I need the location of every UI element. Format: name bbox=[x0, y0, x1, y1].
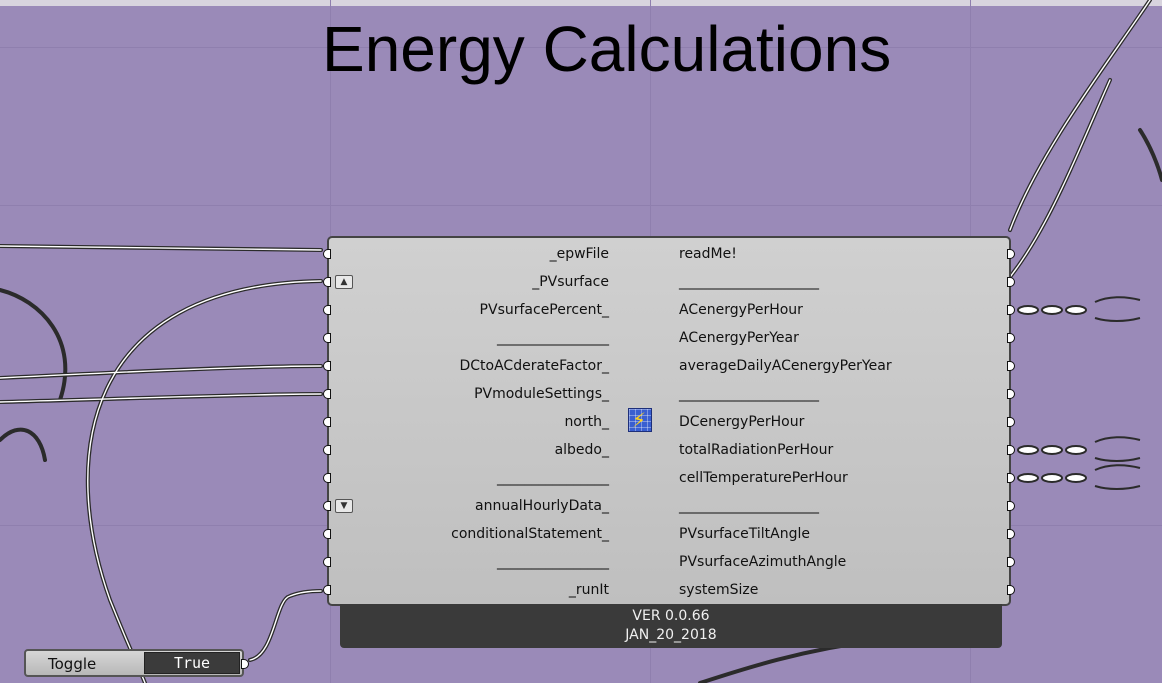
output-param-label[interactable]: PVsurfaceTiltAngle bbox=[679, 520, 810, 548]
input-port[interactable] bbox=[323, 557, 331, 567]
input-port[interactable] bbox=[323, 529, 331, 539]
input-port[interactable] bbox=[323, 389, 331, 399]
input-param-label[interactable]: _runIt bbox=[569, 576, 609, 604]
output-param-label[interactable]: ____________________ bbox=[679, 268, 819, 296]
input-port[interactable] bbox=[323, 473, 331, 483]
version-info: VER 0.0.66 JAN_20_2018 bbox=[340, 604, 1002, 648]
wire bbox=[1008, 0, 1152, 232]
input-param-label[interactable]: ________________ bbox=[497, 324, 609, 352]
input-param-label[interactable]: _epwFile bbox=[550, 240, 609, 268]
input-param-label[interactable]: north_ bbox=[564, 408, 609, 436]
lightning-bolt-grid-icon: ⚡ bbox=[628, 408, 652, 432]
arrow-down-icon[interactable]: ▼ bbox=[335, 499, 353, 513]
input-port[interactable] bbox=[323, 277, 331, 287]
version-label: VER 0.0.66 bbox=[632, 608, 710, 624]
output-wire-stub bbox=[1017, 296, 1141, 322]
input-port[interactable] bbox=[323, 361, 331, 371]
output-param-label[interactable]: PVsurfaceAzimuthAngle bbox=[679, 548, 846, 576]
input-param-label[interactable]: PVmoduleSettings_ bbox=[474, 380, 609, 408]
boolean-toggle[interactable]: Toggle True bbox=[24, 649, 249, 677]
input-port[interactable] bbox=[323, 333, 331, 343]
input-param-label[interactable]: annualHourlyData_ bbox=[475, 492, 609, 520]
input-port[interactable] bbox=[323, 417, 331, 427]
input-param-label[interactable]: DCtoACderateFactor_ bbox=[459, 352, 609, 380]
wire bbox=[85, 279, 323, 683]
toggle-value-button[interactable]: True bbox=[144, 652, 240, 674]
input-param-label[interactable]: conditionalStatement_ bbox=[451, 520, 609, 548]
output-param-label[interactable]: ACenergyPerYear bbox=[679, 324, 799, 352]
output-wire-stub bbox=[1017, 464, 1141, 490]
input-port[interactable] bbox=[323, 501, 331, 511]
wire bbox=[248, 589, 323, 662]
input-param-label[interactable]: ________________ bbox=[497, 548, 609, 576]
input-port[interactable] bbox=[323, 249, 331, 259]
input-port[interactable] bbox=[323, 305, 331, 315]
input-param-label[interactable]: ________________ bbox=[497, 464, 609, 492]
output-param-label[interactable]: cellTemperaturePerHour bbox=[679, 464, 848, 492]
grasshopper-canvas[interactable]: Energy Calculations _epwFile _PVsurface … bbox=[0, 0, 1162, 683]
output-param-label[interactable]: ____________________ bbox=[679, 492, 819, 520]
input-param-label[interactable]: _PVsurface bbox=[532, 268, 609, 296]
wire bbox=[0, 288, 68, 402]
wire bbox=[0, 427, 47, 462]
input-param-label[interactable]: albedo_ bbox=[555, 436, 609, 464]
output-param-label[interactable]: readMe! bbox=[679, 240, 737, 268]
output-param-label[interactable]: ____________________ bbox=[679, 380, 819, 408]
output-param-label[interactable]: ACenergyPerHour bbox=[679, 296, 803, 324]
input-port[interactable] bbox=[323, 585, 331, 595]
output-wire-stub bbox=[1017, 436, 1141, 462]
wire bbox=[1138, 128, 1162, 182]
toggle-label: Toggle bbox=[48, 655, 97, 673]
output-param-label[interactable]: totalRadiationPerHour bbox=[679, 436, 833, 464]
output-param-label[interactable]: systemSize bbox=[679, 576, 758, 604]
input-port[interactable] bbox=[323, 445, 331, 455]
output-param-label[interactable]: averageDailyACenergyPerYear bbox=[679, 352, 892, 380]
input-param-label[interactable]: PVsurfacePercent_ bbox=[480, 296, 609, 324]
version-date: JAN_20_2018 bbox=[625, 627, 717, 643]
photovoltaics-component[interactable]: _epwFile _PVsurface ▲ PVsurfacePercent_ ____… bbox=[323, 236, 1015, 606]
output-param-label[interactable]: DCenergyPerHour bbox=[679, 408, 804, 436]
arrow-up-icon[interactable]: ▲ bbox=[335, 275, 353, 289]
